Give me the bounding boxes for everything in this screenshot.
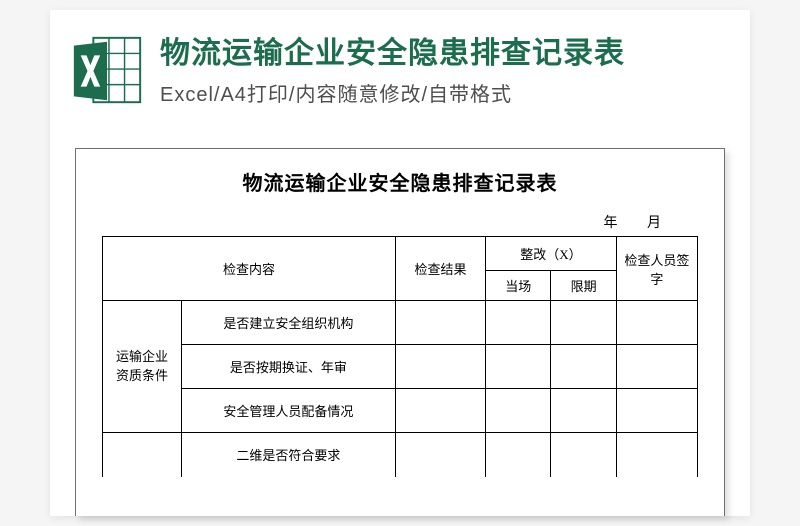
- template-title: 物流运输企业安全隐患排查记录表: [160, 35, 732, 73]
- item-cell: 二维是否符合要求: [181, 433, 395, 477]
- fix-deadline-cell: [551, 301, 616, 345]
- date-year-label: 年: [591, 212, 631, 232]
- item-cell: 安全管理人员配备情况: [181, 389, 395, 433]
- fix-now-cell: [486, 345, 551, 389]
- sign-cell: [616, 301, 697, 345]
- table-row: 二维是否符合要求: [103, 433, 698, 477]
- item-cell: 是否建立安全组织机构: [181, 301, 395, 345]
- header: 物流运输企业安全隐患排查记录表 Excel/A4打印/内容随意修改/自带格式: [50, 10, 750, 120]
- table-row: 安全管理人员配备情况: [103, 389, 698, 433]
- table-row: 是否按期换证、年审: [103, 345, 698, 389]
- result-cell: [395, 345, 485, 389]
- document-title: 物流运输企业安全隐患排查记录表: [102, 167, 698, 196]
- th-fix-group: 整改（X）: [486, 237, 617, 271]
- sign-cell: [616, 345, 697, 389]
- category-cell: 运输企业资质条件: [103, 301, 182, 433]
- fix-deadline-cell: [551, 433, 616, 477]
- result-cell: [395, 389, 485, 433]
- th-result: 检查结果: [395, 237, 485, 301]
- th-sign: 检查人员签字: [616, 237, 697, 301]
- date-month-label: 月: [634, 212, 674, 232]
- sign-cell: [616, 433, 697, 477]
- th-content: 检查内容: [103, 237, 396, 301]
- table-row: 运输企业资质条件 是否建立安全组织机构: [103, 301, 698, 345]
- inspection-table: 检查内容 检查结果 整改（X） 检查人员签字 当场 限期 运输企业资质条件 是否…: [102, 236, 698, 477]
- result-cell: [395, 433, 485, 477]
- item-cell: 是否按期换证、年审: [181, 345, 395, 389]
- template-subtitle: Excel/A4打印/内容随意修改/自带格式: [160, 78, 732, 107]
- template-card: 物流运输企业安全隐患排查记录表 Excel/A4打印/内容随意修改/自带格式 物…: [50, 10, 750, 516]
- fix-now-cell: [486, 433, 551, 477]
- category-cell: [103, 433, 182, 477]
- fix-now-cell: [486, 301, 551, 345]
- excel-file-icon: [68, 32, 146, 110]
- fix-now-cell: [486, 389, 551, 433]
- th-fix-deadline: 限期: [551, 271, 616, 301]
- result-cell: [395, 301, 485, 345]
- sign-cell: [616, 389, 697, 433]
- fix-deadline-cell: [551, 345, 616, 389]
- th-fix-now: 当场: [486, 271, 551, 301]
- document-preview: 物流运输企业安全隐患排查记录表 年 月 检查内容 检查结果 整改（X） 检查人员…: [75, 148, 725, 516]
- header-text: 物流运输企业安全隐患排查记录表 Excel/A4打印/内容随意修改/自带格式: [160, 35, 732, 108]
- date-row: 年 月: [102, 212, 698, 236]
- fix-deadline-cell: [551, 389, 616, 433]
